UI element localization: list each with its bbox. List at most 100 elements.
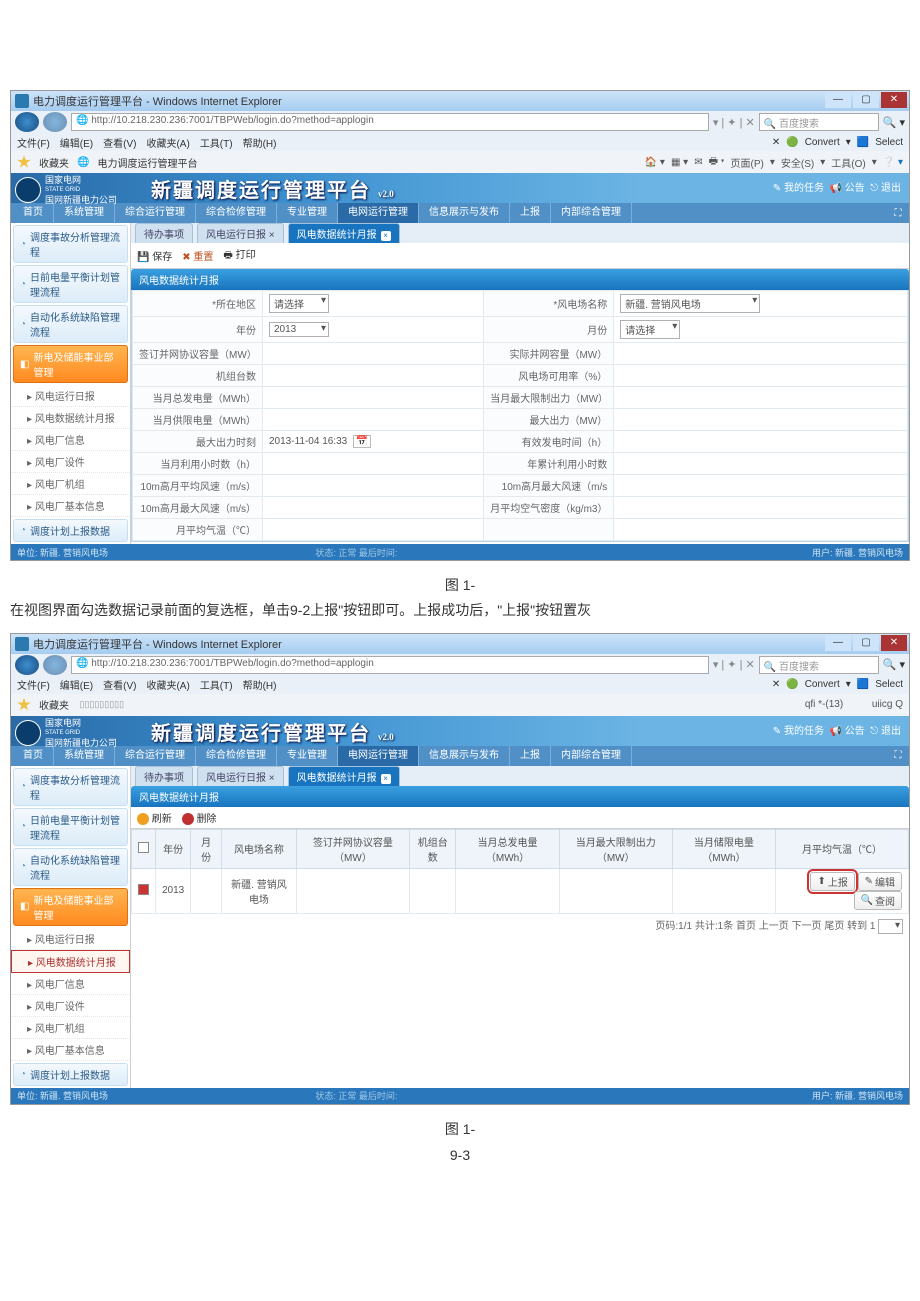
favorites-label[interactable]: 收藏夹 xyxy=(39,155,69,170)
menu-edit[interactable]: 编辑(E) xyxy=(60,677,93,692)
in-avail[interactable] xyxy=(614,365,908,387)
sidebar-group-dayahead[interactable]: ◔日前电量平衡计划管理流程 xyxy=(13,808,128,846)
sidebar-group-accident[interactable]: ◔调度事故分析管理流程 xyxy=(13,225,128,263)
search-input[interactable]: 🔍 百度搜索 xyxy=(759,656,879,674)
window-maximize-button[interactable]: ▢ xyxy=(853,92,879,108)
select-button[interactable]: Select xyxy=(875,137,903,148)
search-magnify-icon[interactable]: 🔍 ▾ xyxy=(883,658,905,671)
nav-upload[interactable]: 上报 xyxy=(510,203,551,223)
sidebar-item-basic[interactable]: ▸ 风电厂基本信息 xyxy=(11,495,130,517)
menu-file[interactable]: 文件(F) xyxy=(17,677,50,692)
nav-maint[interactable]: 综合检修管理 xyxy=(196,203,277,223)
feeds-icon[interactable]: ▦ ▾ xyxy=(671,157,688,168)
in-gen[interactable] xyxy=(263,387,484,409)
favorites-star-icon[interactable] xyxy=(17,155,31,169)
checkbox-all[interactable] xyxy=(138,842,149,853)
window-minimize-button[interactable]: — xyxy=(825,92,851,108)
close-tab-icon[interactable]: ✕ xyxy=(772,137,780,148)
in-curtail[interactable] xyxy=(263,409,484,431)
sidebar-item-monthly[interactable]: ▸ 风电数据统计月报 xyxy=(11,407,130,429)
announce-link[interactable]: 公告 xyxy=(845,183,865,194)
sidebar-group-autosys[interactable]: ◔自动化系统缺陷管理流程 xyxy=(13,848,128,886)
window-close-button[interactable]: ✕ xyxy=(881,92,907,108)
tab-close-icon[interactable]: × xyxy=(381,231,391,241)
in-yearhours[interactable] xyxy=(614,453,908,475)
back-button[interactable] xyxy=(15,112,39,132)
menu-tools[interactable]: 工具(T) xyxy=(200,677,233,692)
nav-maint[interactable]: 综合检修管理 xyxy=(196,746,277,766)
sidebar-item-daily[interactable]: ▸ 风电运行日报 xyxy=(11,928,130,950)
menu-help[interactable]: 帮助(H) xyxy=(243,135,277,150)
menu-tools[interactable]: 工具(T) xyxy=(200,135,233,150)
checkbox-row[interactable] xyxy=(138,884,149,895)
sidebar-item-basic[interactable]: ▸ 风电厂基本信息 xyxy=(11,1039,130,1061)
window-maximize-button[interactable]: ▢ xyxy=(853,635,879,651)
nav-run[interactable]: 综合运行管理 xyxy=(115,746,196,766)
in-cap-actual[interactable] xyxy=(614,343,908,365)
sel-year[interactable]: 2013 xyxy=(263,317,484,343)
sel-month[interactable]: 请选择 xyxy=(614,317,908,343)
in-density[interactable] xyxy=(614,497,908,519)
menu-file[interactable]: 文件(F) xyxy=(17,135,50,150)
in-temp[interactable] xyxy=(263,519,484,541)
page-menu[interactable]: 页面(P) xyxy=(731,155,764,170)
menu-edit[interactable]: 编辑(E) xyxy=(60,135,93,150)
nav-upload[interactable]: 上报 xyxy=(510,746,551,766)
in-maxout[interactable] xyxy=(614,409,908,431)
sidebar-group-newenergy[interactable]: ◧新电及储能事业部管理 xyxy=(13,888,128,926)
nav-expand-icon[interactable]: ⛶ xyxy=(889,750,907,761)
tab-daily[interactable]: 风电运行日报 × xyxy=(197,223,284,243)
select-button[interactable]: Select xyxy=(875,679,903,690)
nav-expand-icon[interactable]: ⛶ xyxy=(889,208,907,219)
close-tab-icon[interactable]: ✕ xyxy=(772,679,780,690)
nav-home[interactable]: 首页 xyxy=(13,746,54,766)
tools-menu[interactable]: 工具(O) xyxy=(831,155,865,170)
menu-view[interactable]: 查看(V) xyxy=(103,677,136,692)
in-maxtime[interactable]: 2013-11-04 16:33 📅 xyxy=(263,431,484,453)
url-input[interactable]: 🌐 http://10.218.230.236:7001/TBPWeb/logi… xyxy=(71,113,709,131)
menu-fav[interactable]: 收藏夹(A) xyxy=(146,135,189,150)
delete-button[interactable]: 删除 xyxy=(182,810,217,825)
tab-todo[interactable]: 待办事项 xyxy=(135,223,193,243)
in-monthhours[interactable] xyxy=(263,453,484,475)
nav-run[interactable]: 综合运行管理 xyxy=(115,203,196,223)
extra-link-2[interactable]: uiicg Q xyxy=(872,699,903,710)
search-input[interactable]: 🔍 百度搜索 xyxy=(759,113,879,131)
forward-button[interactable] xyxy=(43,112,67,132)
fav-page-title[interactable]: 电力调度运行管理平台 xyxy=(97,155,197,170)
favorites-label[interactable]: 收藏夹 xyxy=(39,697,69,712)
edit-button[interactable]: ✎ 编辑 xyxy=(858,872,902,891)
in-maxlimit[interactable] xyxy=(614,387,908,409)
sidebar-group-plan[interactable]: ◔调度计划上报数据 xyxy=(13,519,128,542)
in-windavg[interactable] xyxy=(263,475,484,497)
tab-daily[interactable]: 风电运行日报 × xyxy=(197,766,284,786)
nav-pro[interactable]: 专业管理 xyxy=(277,203,338,223)
menu-help[interactable]: 帮助(H) xyxy=(243,677,277,692)
nav-internal[interactable]: 内部综合管理 xyxy=(551,203,632,223)
sidebar-item-info[interactable]: ▸ 风电厂信息 xyxy=(11,973,130,995)
sel-plant[interactable]: 新疆. 营销风电场 xyxy=(614,291,908,317)
nav-home[interactable]: 首页 xyxy=(13,203,54,223)
nav-grid[interactable]: 电网运行管理 xyxy=(338,746,419,766)
tab-close-icon[interactable]: × xyxy=(381,774,391,784)
print-button[interactable]: 🖶 打印 xyxy=(223,246,255,265)
read-mail-icon[interactable]: ✉ xyxy=(694,157,702,168)
sidebar-group-newenergy[interactable]: ◧新电及储能事业部管理 xyxy=(13,345,128,383)
back-button[interactable] xyxy=(15,655,39,675)
extra-link-1[interactable]: qfi *-(13) xyxy=(805,699,843,710)
grid-data-row[interactable]: 2013 新疆. 营销风电场 ⬆ 上报 ✎ 编辑 🔍 查阅 xyxy=(132,868,909,913)
menu-view[interactable]: 查看(V) xyxy=(103,135,136,150)
sidebar-item-units[interactable]: ▸ 风电厂机组 xyxy=(11,1017,130,1039)
help-icon[interactable]: ❔ ▾ xyxy=(883,157,903,168)
nav-internal[interactable]: 内部综合管理 xyxy=(551,746,632,766)
sidebar-item-monthly[interactable]: ▸ 风电数据统计月报 xyxy=(11,950,130,973)
sidebar-group-autosys[interactable]: ◔自动化系统缺陷管理流程 xyxy=(13,305,128,343)
in-windmax10[interactable] xyxy=(614,475,908,497)
favorites-star-icon[interactable] xyxy=(17,698,31,712)
grid-pager[interactable]: 页码:1/1 共计:1条 首页 上一页 下一页 尾页 转到 1 xyxy=(131,914,909,937)
menu-fav[interactable]: 收藏夹(A) xyxy=(146,677,189,692)
sidebar-item-daily[interactable]: ▸ 风电运行日报 xyxy=(11,385,130,407)
print-icon[interactable]: 🖶 ▾ xyxy=(709,154,725,171)
logout-link[interactable]: 退出 xyxy=(881,183,901,194)
sidebar-item-info[interactable]: ▸ 风电厂信息 xyxy=(11,429,130,451)
